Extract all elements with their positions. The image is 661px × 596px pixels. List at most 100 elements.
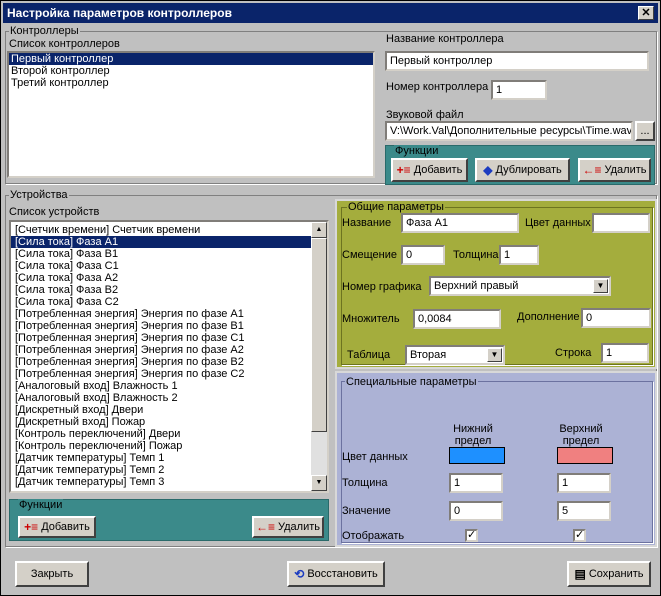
save-label: Сохранить [588,568,644,580]
controller-add-button[interactable]: +≡ Добавить [391,158,468,182]
graph-number-label: Номер графика [342,281,422,293]
device-item[interactable]: [Потребленная энергия] Энергия по фазе А… [11,344,327,356]
device-item[interactable]: [Потребленная энергия] Энергия по фазе А… [11,308,327,320]
add-icon: +≡ [24,520,39,534]
controller-duplicate-label: Дублировать [495,164,562,176]
upper-limit-header: Верхний предел [559,423,603,447]
scroll-up-button[interactable]: ▲ [311,222,327,238]
special-params-title: Специальные параметры [345,376,478,388]
lower-value-input[interactable]: 0 [449,501,503,521]
lower-limit-header: Нижний предел [453,423,493,447]
device-name-input[interactable]: Фаза А1 [401,213,519,233]
general-params-panel: Общие параметры Название Фаза А1 Цвет да… [335,199,657,369]
sound-file-label: Звуковой файл [386,109,464,121]
lower-show-checkbox[interactable]: ✓ [465,529,478,542]
controller-item-2[interactable]: Второй контроллер [9,65,373,77]
table-value: Вторая [410,349,447,361]
lower-thickness-input[interactable]: 1 [449,473,503,493]
controller-item-3[interactable]: Третий контроллер [9,77,373,89]
addition-label: Дополнение [517,311,580,323]
device-item[interactable]: [Датчик температуры] Темп 1 [11,452,327,464]
offset-input[interactable]: 0 [401,245,445,265]
controllers-list-label: Список контроллеров [9,38,120,50]
upper-thickness-input[interactable]: 1 [557,473,611,493]
devices-list[interactable]: [Счетчик времени] Счетчик времени [Сила т… [9,220,329,493]
graph-number-select[interactable]: Верхний правый ▼ [429,276,611,296]
settings-window: Настройка параметров контроллеров ✕ Конт… [0,0,661,596]
row-input[interactable]: 1 [601,343,649,363]
restore-icon: ⟲ [294,567,305,581]
devices-group-title: Устройства [9,189,69,201]
device-add-button[interactable]: +≡ Добавить [18,516,96,538]
sound-file-input[interactable]: V:\Work.Val\Дополнительные ресурсы\Time.… [385,121,633,141]
table-select[interactable]: Вторая ▼ [405,345,505,365]
device-item[interactable]: [Контроль переключений] Двери [11,428,327,440]
device-item[interactable]: [Потребленная энергия] Энергия по фазе В… [11,320,327,332]
save-icon: ▤ [574,567,586,581]
device-delete-label: Удалить [278,521,320,533]
show-label: Отображать [342,530,405,542]
window-title: Настройка параметров контроллеров [7,6,232,20]
upper-value-input[interactable]: 5 [557,501,611,521]
graph-number-value: Верхний правый [434,280,519,292]
device-item[interactable]: [Датчик температуры] Темп 2 [11,464,327,476]
device-item[interactable]: [Сила тока] Фаза В1 [11,248,327,260]
thickness-input[interactable]: 1 [499,245,539,265]
controller-delete-button[interactable]: ←≡ Удалить [578,158,651,182]
close-window-button[interactable]: ✕ [638,6,654,20]
device-item[interactable]: [Потребленная энергия] Энергия по фазе С… [11,368,327,380]
device-item[interactable]: [Сила тока] Фаза А2 [11,272,327,284]
device-item[interactable]: [Потребленная энергия] Энергия по фазе С… [11,332,327,344]
scroll-thumb[interactable] [311,238,327,432]
controller-name-input[interactable]: Первый контроллер [385,51,649,71]
special-color-label: Цвет данных [342,451,408,463]
device-item[interactable]: [Сила тока] Фаза А1 [11,236,327,248]
controller-functions-panel: Функции +≡ Добавить ◆ Дублировать ←≡ Уда… [385,145,655,185]
browse-button[interactable]: ... [635,121,655,141]
scroll-down-button[interactable]: ▼ [311,475,327,491]
duplicate-icon: ◆ [483,163,493,177]
row-label: Строка [555,347,592,359]
close-button[interactable]: Закрыть [15,561,89,587]
device-item[interactable]: [Потребленная энергия] Энергия по фазе В… [11,356,327,368]
device-item[interactable]: [Дискретный вход] Пожар [11,416,327,428]
device-item[interactable]: [Сила тока] Фаза С1 [11,260,327,272]
restore-button[interactable]: ⟲ Восстановить [287,561,385,587]
special-params-panel: Специальные параметры Нижний предел Верх… [335,371,657,547]
device-item[interactable]: [Аналоговый вход] Влажность 1 [11,380,327,392]
device-functions-panel: Функции +≡ Добавить ←≡ Удалить [9,499,329,541]
upper-show-checkbox[interactable]: ✓ [573,529,586,542]
controllers-list[interactable]: Первый контроллер Второй контроллер Трет… [7,51,375,178]
device-item[interactable]: [Сила тока] Фаза С2 [11,296,327,308]
addition-input[interactable]: 0 [581,308,651,328]
devices-scrollbar[interactable]: ▲ ▼ [311,222,327,491]
device-item[interactable]: [Сила тока] Фаза В2 [11,284,327,296]
controller-duplicate-button[interactable]: ◆ Дублировать [475,158,570,182]
title-bar: Настройка параметров контроллеров ✕ [3,3,658,23]
device-functions-title: Функции [18,499,64,511]
controller-number-input[interactable]: 1 [491,80,547,100]
data-color-field[interactable] [592,213,650,233]
save-button[interactable]: ▤ Сохранить [567,561,651,587]
device-add-label: Добавить [41,521,90,533]
device-name-label: Название [342,217,392,229]
lower-color-swatch[interactable] [449,447,505,464]
device-item[interactable]: [Датчик температуры] Темп 3 [11,476,327,488]
offset-label: Смещение [342,249,398,261]
device-item[interactable]: [Аналоговый вход] Влажность 2 [11,392,327,404]
device-delete-button[interactable]: ←≡ Удалить [252,516,324,538]
thickness-label: Толщина [453,249,499,261]
delete-icon: ←≡ [255,520,275,534]
device-item[interactable]: [Контроль переключений] Пожар [11,440,327,452]
chevron-down-icon[interactable]: ▼ [487,348,502,362]
controllers-group-title: Контроллеры [9,25,80,37]
device-item[interactable]: [Дискретный вход] Двери [11,404,327,416]
device-item[interactable]: [Счетчик времени] Счетчик времени [11,224,327,236]
data-color-label: Цвет данных [525,217,591,229]
controller-item-1[interactable]: Первый контроллер [9,53,373,65]
multiplier-input[interactable]: 0,0084 [413,309,501,329]
add-icon: +≡ [396,163,411,177]
special-value-label: Значение [342,505,391,517]
chevron-down-icon[interactable]: ▼ [593,279,608,293]
upper-color-swatch[interactable] [557,447,613,464]
